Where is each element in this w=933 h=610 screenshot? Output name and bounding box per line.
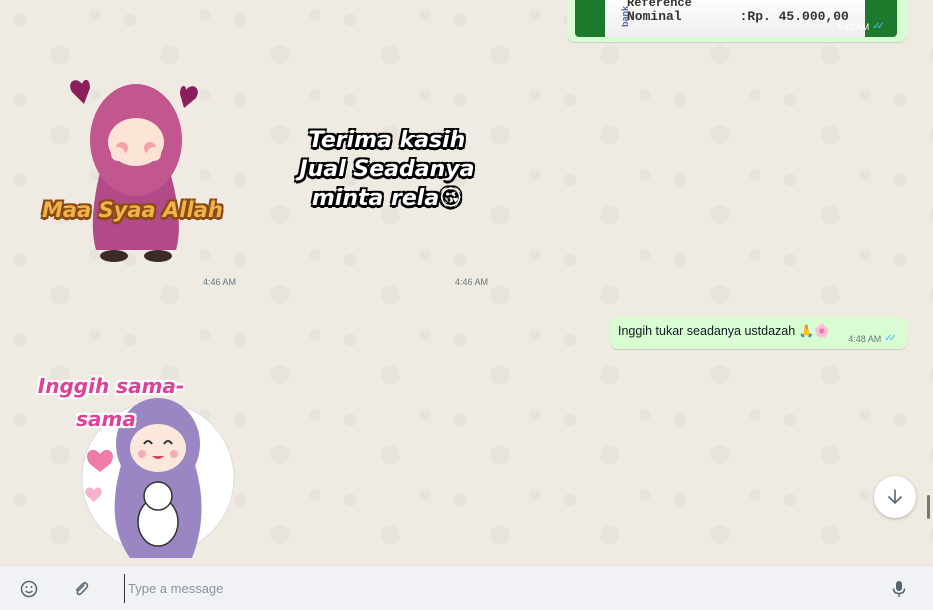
receipt-nominal-value: :Rp. 45.000,00	[739, 9, 849, 24]
sticker-line-3: minta rela😘	[311, 186, 463, 211]
message-text: Inggih tukar seadanya ustdazah 🙏🌸	[618, 324, 830, 338]
arrow-down-icon	[888, 489, 902, 505]
sticker-text: Terima kasih Jual Seadanya minta rela😘	[282, 126, 492, 213]
sticker-time: 4:46 AM	[203, 277, 237, 287]
message-meta: 4:42 AM ✓✓	[836, 21, 885, 32]
scroll-to-bottom-button[interactable]	[874, 476, 916, 518]
sticker-line-2: sama	[76, 407, 136, 431]
voice-message-button[interactable]	[888, 578, 910, 600]
message-time: 4:42 AM	[836, 21, 870, 32]
sticker-line-1: Terima kasih	[308, 128, 466, 153]
receipt-image[interactable]: bank Reference Nominal:Rp. 45.000,00 4:4…	[575, 0, 897, 37]
sticker-caption: Inggih sama- sama	[36, 370, 186, 436]
sticker-line-2: Jual Seadanya	[299, 157, 475, 182]
hijab-girl-illustration	[70, 79, 198, 262]
chat-panel: bank Reference Nominal:Rp. 45.000,00 4:4…	[0, 0, 933, 565]
outgoing-message[interactable]: Inggih tukar seadanya ustdazah 🙏🌸 4:48 A…	[610, 317, 907, 349]
sticker-line-1: Inggih sama-	[37, 374, 185, 398]
receipt-nominal: Nominal :Rp. 45.000,00	[627, 9, 849, 24]
receipt-nominal-label: Nominal	[627, 9, 682, 24]
scrollbar-thumb[interactable]	[927, 495, 930, 519]
emoji-button[interactable]	[18, 578, 40, 600]
microphone-icon	[892, 581, 906, 597]
paperclip-icon	[75, 582, 89, 596]
sticker-maa-syaa-allah[interactable]: Maa Syaa Allah	[38, 72, 228, 268]
sticker-terima-kasih[interactable]: Terima kasih Jual Seadanya minta rela😘	[282, 126, 492, 220]
message-input[interactable]	[124, 574, 864, 603]
image-message[interactable]: bank Reference Nominal:Rp. 45.000,00 4:4…	[567, 0, 907, 42]
emoji-icon	[20, 580, 38, 598]
message-meta: 4:48 AM ✓✓	[848, 333, 897, 344]
sticker-time: 4:46 AM	[455, 277, 489, 287]
double-check-icon: ✓✓	[884, 333, 897, 344]
attach-button[interactable]	[70, 578, 92, 600]
message-composer	[0, 565, 933, 610]
sticker-caption: Maa Syaa Allah	[42, 198, 223, 222]
sticker-inggih-sama-sama[interactable]: Inggih sama- sama	[34, 372, 236, 564]
receipt-paper: bank Reference Nominal:Rp. 45.000,00	[605, 0, 865, 37]
double-check-icon: ✓✓	[872, 21, 885, 32]
message-time: 4:48 AM	[848, 333, 882, 344]
